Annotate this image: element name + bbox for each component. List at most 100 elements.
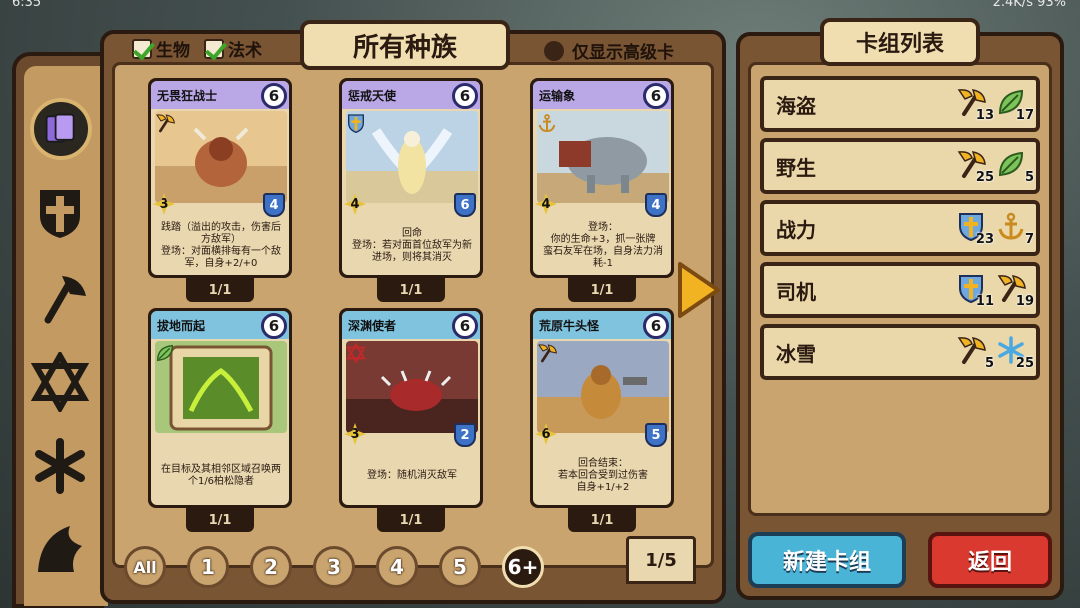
advanced-only-label: 仅显示高级卡 [572,43,674,63]
snowflake-icon: 25 [996,335,1034,371]
star-category-icon[interactable] [30,352,90,412]
card[interactable]: 拔地而起 6 在目标及其相邻区域召唤两个1/6柏松隐者 [148,308,292,508]
card[interactable]: 惩戒天使 6 4 6 回命 登场：若对面首位敌军为新进场，则将其消灭 [339,78,483,278]
star-icon [346,342,366,364]
card[interactable]: 荒原牛头怪 6 6 5 回合结束： 若本回合受到过伤害 自身+1/+2 [530,308,674,508]
card-face: 无畏狂战士 6 3 4 践踏（溢出的攻击，伤害后方敌军） 登场：对面横排每有一个敌军，自… [151,81,289,275]
deck-row[interactable]: 战力 23 7 [760,200,1040,256]
axe-icon: 19 [996,273,1034,309]
advanced-only-toggle[interactable]: 仅显示高级卡 [544,38,674,63]
card-face: 荒原牛头怪 6 6 5 回合结束： 若本回合受到过伤害 自身+1/+2 [533,311,671,505]
card[interactable]: 无畏狂战士 6 3 4 践踏（溢出的攻击，伤害后方敌军） 登场：对面横排每有一个敌军，自… [148,78,292,278]
shield-category-icon[interactable] [30,182,90,242]
cost-filter-button[interactable]: 6+ [502,546,544,588]
snowflake-category-icon[interactable] [30,436,90,496]
card-cost: 6 [643,313,669,339]
check-icon [204,38,224,59]
next-page-arrow-icon[interactable] [674,260,722,320]
leaf-icon: 5 [996,149,1034,185]
card-text: 登场：随机消灭敌军 [367,470,457,481]
deck-stat-count: 17 [1015,108,1034,123]
page-indicator: 1/5 [626,536,696,584]
all-cards-category-icon[interactable] [30,98,92,160]
card-health: 4 [645,193,667,217]
deck-row[interactable]: 野生 25 5 [760,138,1040,194]
axe-category-icon[interactable] [30,268,90,328]
status-right: 2.4K/s 93% [992,0,1066,10]
creature-filter-label: 生物 [156,41,190,61]
card-count: 1/1 [186,278,254,302]
card-health: 2 [454,423,476,447]
axe-icon: 13 [956,87,994,123]
deck-stat-count: 5 [1024,170,1034,185]
deck-name: 司机 [776,279,816,304]
card-text: 回合结束： 若本回合受到过伤害 自身+1/+2 [558,458,648,493]
axe-icon: 5 [956,335,994,371]
axe-icon: 25 [956,149,994,185]
card-face: 惩戒天使 6 4 6 回命 登场：若对面首位敌军为新进场，则将其消灭 [342,81,480,275]
shield-icon [346,113,366,134]
race-tab-title[interactable]: 所有种族 [300,20,510,70]
card-text: 登场： 你的生命+3，抓一张牌 蛮石友军在场，自身法力消耗-1 [543,222,663,269]
cost-filter-button[interactable]: 2 [250,546,292,588]
card-count: 1/1 [568,278,636,302]
card-cost: 6 [452,83,478,109]
deck-name: 海盗 [776,93,816,118]
card-count: 1/1 [377,508,445,532]
cost-filter-button[interactable]: 3 [313,546,355,588]
cost-filter-row: All 1 2 3 4 5 6+ [124,546,544,588]
deck-row[interactable]: 海盗 13 17 [760,76,1040,132]
back-button[interactable]: 返回 [928,532,1052,588]
cost-filter-button[interactable]: 1 [187,546,229,588]
spell-filter-label: 法术 [228,41,262,61]
status-bar: 6:35 2.4K/s 93% [0,0,1080,14]
cost-filter-button[interactable]: 4 [376,546,418,588]
new-deck-button[interactable]: 新建卡组 [748,532,906,588]
deck-name: 野生 [776,155,816,180]
check-icon [132,38,152,59]
deck-row[interactable]: 冰雪 5 25 [760,324,1040,380]
deck-name: 冰雪 [776,341,816,366]
card-health: 6 [454,193,476,217]
card-text: 回命 登场：若对面首位敌军为新进场，则将其消灭 [352,228,472,263]
deck-name: 战力 [776,217,816,242]
card-face: 运输象 6 4 4 登场： 你的生命+3，抓一张牌 蛮石友军在场，自身法力消耗-1 [533,81,671,275]
spell-filter-checkbox[interactable]: 法术 [204,36,262,61]
leaf-icon [155,343,175,363]
card-face: 拔地而起 6 在目标及其相邻区域召唤两个1/6柏松隐者 [151,311,289,505]
shield-icon: 23 [956,211,994,247]
anchor-icon: 7 [996,211,1034,247]
deck-stat-count: 25 [1015,356,1034,371]
deck-stats: 5 25 [956,335,1034,371]
anchor-icon [537,113,557,133]
cost-filter-button[interactable]: 5 [439,546,481,588]
deck-stats: 23 7 [956,211,1034,247]
deck-stat-count: 7 [1024,232,1034,247]
card[interactable]: 运输象 6 4 4 登场： 你的生命+3，抓一张牌 蛮石友军在场，自身法力消耗-1 [530,78,674,278]
status-time: 6:35 [12,0,42,10]
deck-stat-count: 11 [975,294,994,309]
card-cost: 6 [261,83,287,109]
leaf-icon: 17 [996,87,1034,123]
deck-stat-count: 13 [975,108,994,123]
axe-icon [155,113,175,133]
deck-stat-count: 25 [975,170,994,185]
cost-filter-button[interactable]: All [124,546,166,588]
card-cost: 6 [643,83,669,109]
dragon-category-icon[interactable] [30,516,90,576]
axe-icon [537,343,557,363]
card-text: 践踏（溢出的攻击，伤害后方敌军） 登场：对面横排每有一个敌军，自身+2/+0 [161,222,281,269]
creature-filter-checkbox[interactable]: 生物 [132,36,190,61]
deck-stats: 13 17 [956,87,1034,123]
card-count: 1/1 [568,508,636,532]
card-cost: 6 [261,313,287,339]
toggle-dot-icon [544,40,564,61]
deck-stat-count: 19 [1015,294,1034,309]
deck-list-title: 卡组列表 [820,18,980,66]
card[interactable]: 深渊使者 6 3 2 登场：随机消灭敌军 [339,308,483,508]
deck-stat-count: 5 [984,356,994,371]
shield-icon: 11 [956,273,994,309]
deck-row[interactable]: 司机 11 19 [760,262,1040,318]
card-cost: 6 [452,313,478,339]
card-health: 4 [263,193,285,217]
